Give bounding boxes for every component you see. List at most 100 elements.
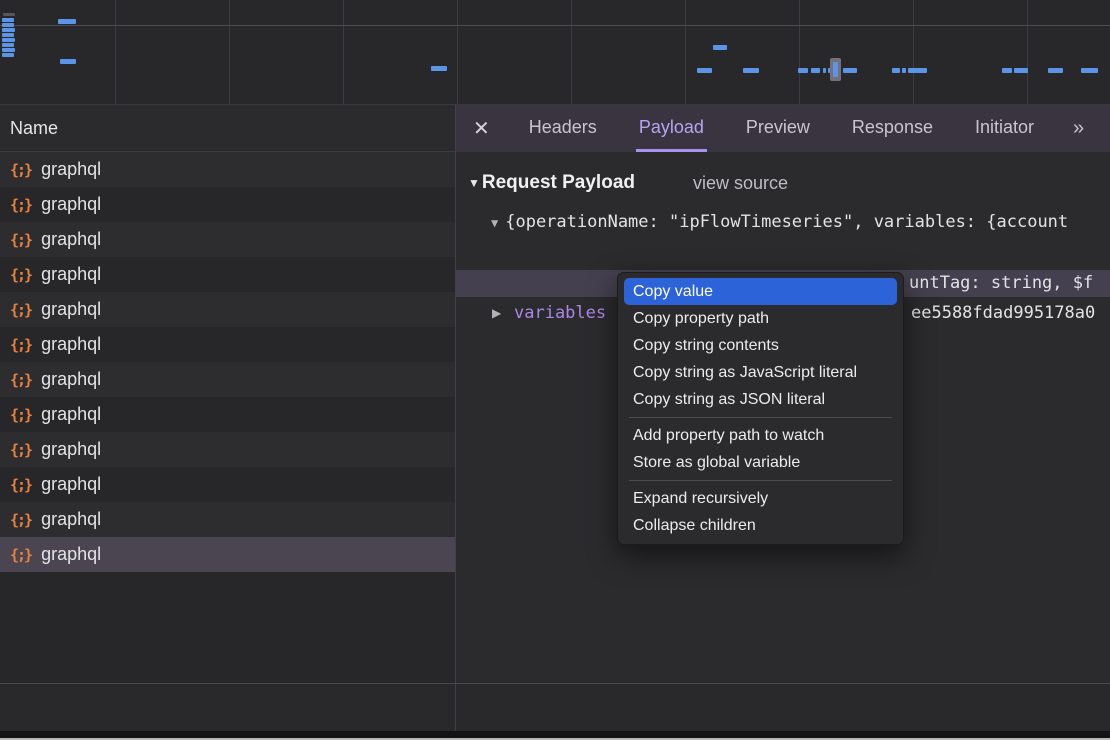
- request-name: graphql: [41, 544, 101, 565]
- detail-tabbar: ✕ Headers Payload Preview Response Initiator…: [456, 105, 1110, 152]
- request-name: graphql: [41, 194, 101, 215]
- request-payload-section: ▼ Request Payload view source: [468, 170, 788, 196]
- tabs-host: Headers Payload Preview Response Initiator: [526, 105, 1037, 152]
- root-expand-icon[interactable]: ▼: [491, 216, 498, 230]
- request-timing-bar: [2, 48, 15, 52]
- menu-divider: [629, 480, 892, 481]
- operation-name-row[interactable]: operationName:"ipFlowTimeseries": [514, 241, 932, 267]
- menu-item-collapse-children[interactable]: Collapse children: [624, 512, 897, 539]
- query-row-right: untTag: string, $f: [909, 270, 1093, 297]
- devtools-network-panel: Name {;} graphql {;} graphql {;} graphql {;} gr…: [0, 0, 1110, 740]
- request-timing-bar: [2, 38, 15, 42]
- request-timing-bar: [1002, 68, 1012, 73]
- request-name: graphql: [41, 229, 101, 250]
- request-timing-bar: [908, 68, 927, 73]
- request-list-pane: Name {;} graphql {;} graphql {;} graphql {;} gr…: [0, 105, 455, 683]
- request-row[interactable]: {;}graphql: [0, 432, 455, 467]
- timeline-gridline: [115, 0, 116, 105]
- request-timing-bar: [2, 28, 15, 32]
- request-row[interactable]: {;}graphql: [0, 152, 455, 187]
- timeline-gridline: [799, 0, 800, 105]
- tab-payload[interactable]: Payload: [636, 105, 707, 152]
- menu-item-store-as-global-variable[interactable]: Store as global variable: [624, 449, 897, 476]
- request-row[interactable]: {;} graphql: [0, 362, 455, 397]
- menu-divider: [629, 417, 892, 418]
- request-timing-bar: [2, 23, 14, 27]
- request-row[interactable]: {;}graphql: [0, 467, 455, 502]
- pane-divider: [455, 684, 456, 732]
- summary-bar: [0, 683, 1110, 731]
- name-column-label: Name: [10, 118, 58, 139]
- menu-item-copy-property-path[interactable]: Copy property path: [624, 305, 897, 332]
- payload-root-row[interactable]: ▼{operationName: "ipFlowTimeseries", var…: [491, 209, 1110, 235]
- section-title: Request Payload: [482, 172, 635, 194]
- json-fetch-icon: {;}: [10, 161, 31, 179]
- request-timing-bar: [823, 68, 826, 73]
- menu-item-add-property-path-to-watch[interactable]: Add property path to watch: [624, 422, 897, 449]
- request-timing-bar: [3, 13, 15, 16]
- request-row[interactable]: {;}graphql: [0, 502, 455, 537]
- json-fetch-icon: {;}: [10, 546, 31, 564]
- request-row[interactable]: {;} graphql: [0, 222, 455, 257]
- menu-item-copy-string-as-javascript-literal[interactable]: Copy string as JavaScript literal: [624, 359, 897, 386]
- request-timing-bar: [811, 68, 820, 73]
- json-fetch-icon: {;}: [10, 406, 31, 424]
- menu-item-expand-recursively[interactable]: Expand recursively: [624, 485, 897, 512]
- request-timing-bar: [892, 68, 900, 73]
- selected-request-bar: [833, 62, 838, 77]
- json-fetch-icon: {;}: [10, 231, 31, 249]
- request-name: graphql: [41, 334, 101, 355]
- request-timing-bar: [2, 53, 14, 57]
- close-icon[interactable]: ✕: [473, 116, 490, 141]
- tab-preview[interactable]: Preview: [743, 105, 813, 152]
- context-menu: Copy valueCopy property pathCopy string …: [617, 272, 904, 545]
- request-timing-bar: [1014, 68, 1028, 73]
- menu-item-copy-value[interactable]: Copy value: [624, 278, 897, 305]
- request-name: graphql: [41, 264, 101, 285]
- selected-request-marker: [830, 58, 841, 81]
- name-column-header[interactable]: Name: [0, 105, 455, 152]
- request-timing-bar: [58, 19, 76, 24]
- property-key: variables: [514, 300, 606, 326]
- request-timing-bar: [60, 59, 76, 64]
- request-row[interactable]: {;} graphql: [0, 397, 455, 432]
- json-fetch-icon: {;}: [10, 196, 31, 214]
- timeline-gridline: [571, 0, 572, 105]
- timeline-gridline: [685, 0, 686, 105]
- request-timing-bar: [1081, 68, 1098, 73]
- request-row[interactable]: {;} graphql: [0, 187, 455, 222]
- menu-item-copy-string-as-json-literal[interactable]: Copy string as JSON literal: [624, 386, 897, 413]
- variables-expand-icon[interactable]: ▶: [492, 300, 501, 326]
- request-timing-bar: [743, 68, 759, 73]
- request-timing-bar: [697, 68, 712, 73]
- section-expand-icon[interactable]: ▼: [468, 176, 480, 190]
- json-fetch-icon: {;}: [10, 336, 31, 354]
- request-timing-bar: [2, 33, 14, 37]
- request-row[interactable]: {;} graphql: [0, 257, 455, 292]
- tab-headers[interactable]: Headers: [526, 105, 600, 152]
- request-row[interactable]: {;}graphql: [0, 292, 455, 327]
- json-fetch-icon: {;}: [10, 441, 31, 459]
- timeline-gridline: [229, 0, 230, 105]
- tab-response[interactable]: Response: [849, 105, 936, 152]
- request-name: graphql: [41, 299, 101, 320]
- request-name: graphql: [41, 369, 101, 390]
- request-name: graphql: [41, 404, 101, 425]
- more-tabs-icon[interactable]: »: [1073, 117, 1082, 140]
- timeline-gridline: [457, 0, 458, 105]
- request-timing-bar: [2, 18, 14, 22]
- json-fetch-icon: {;}: [10, 371, 31, 389]
- request-row[interactable]: {;} graphql: [0, 537, 455, 572]
- request-timing-bar: [2, 43, 14, 47]
- menu-item-copy-string-contents[interactable]: Copy string contents: [624, 332, 897, 359]
- request-row[interactable]: {;} graphql: [0, 327, 455, 362]
- request-timing-bar: [431, 66, 447, 71]
- request-timing-bar: [713, 45, 727, 50]
- network-overview-timeline[interactable]: [0, 0, 1110, 105]
- json-fetch-icon: {;}: [10, 511, 31, 529]
- timeline-gridline: [343, 0, 344, 105]
- json-fetch-icon: {;}: [10, 266, 31, 284]
- view-source-link[interactable]: view source: [693, 173, 788, 194]
- tab-initiator[interactable]: Initiator: [972, 105, 1037, 152]
- request-timing-bar: [1048, 68, 1063, 73]
